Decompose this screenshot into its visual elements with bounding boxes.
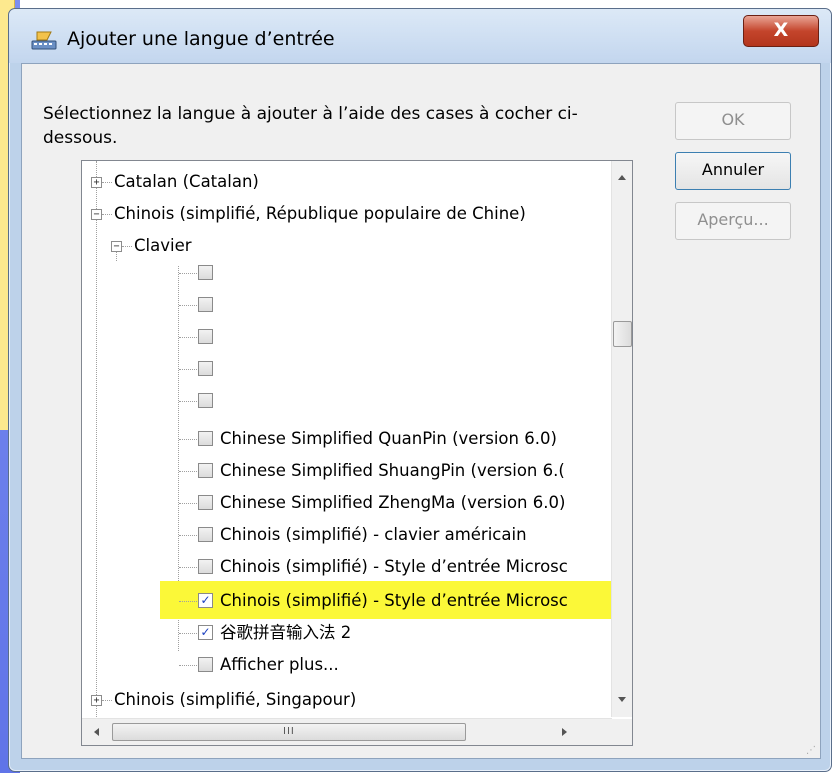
checkbox-checked[interactable]: ✓ bbox=[198, 625, 213, 640]
checkbox[interactable] bbox=[198, 329, 213, 344]
close-button[interactable]: X bbox=[743, 15, 819, 47]
language-tree[interactable]: + Catalan (Catalan) − Chinois (simplifié… bbox=[81, 160, 633, 746]
tree-line bbox=[179, 337, 197, 338]
checkbox[interactable] bbox=[198, 431, 213, 446]
scroll-left-arrow-icon[interactable] bbox=[94, 728, 99, 736]
resize-grip-icon[interactable]: ⋰ bbox=[806, 745, 816, 756]
tree-line bbox=[102, 700, 112, 701]
expand-icon[interactable]: + bbox=[91, 695, 102, 706]
keyboard-language-icon bbox=[31, 31, 57, 50]
tree-line bbox=[102, 182, 112, 183]
tree-node-quanpin[interactable]: Chinese Simplified QuanPin (version 6.0) bbox=[220, 425, 557, 453]
tree-line bbox=[179, 439, 197, 440]
tree-node-catalan[interactable]: Catalan (Catalan) bbox=[114, 168, 259, 196]
tree-line bbox=[122, 246, 132, 247]
tree-line bbox=[179, 273, 197, 274]
cancel-button[interactable]: Annuler bbox=[675, 152, 791, 190]
checkbox[interactable] bbox=[198, 265, 213, 280]
scroll-up-arrow-icon[interactable] bbox=[618, 175, 626, 180]
vertical-scroll-thumb[interactable] bbox=[613, 321, 632, 347]
tree-line bbox=[96, 161, 97, 717]
tree-line bbox=[179, 305, 197, 306]
scroll-down-arrow-icon[interactable] bbox=[618, 697, 626, 702]
tree-line bbox=[179, 535, 197, 536]
tree-node-keyboard[interactable]: Clavier bbox=[134, 232, 192, 260]
scroll-corner bbox=[612, 719, 632, 745]
tree-line bbox=[179, 633, 197, 634]
tree-node-google-pinyin[interactable]: 谷歌拼音输入法 2 bbox=[220, 619, 351, 647]
collapse-icon[interactable]: − bbox=[91, 209, 102, 220]
tree-node-chinese-prc[interactable]: Chinois (simplifié, République populaire… bbox=[114, 200, 526, 228]
tree-node-us-keyboard[interactable]: Chinois (simplifié) - clavier américain bbox=[220, 521, 527, 549]
collapse-icon[interactable]: − bbox=[111, 241, 122, 252]
tree-line bbox=[102, 214, 112, 215]
tree-line bbox=[179, 471, 197, 472]
tree-node-show-more[interactable]: Afficher plus... bbox=[220, 651, 339, 679]
scroll-right-arrow-icon[interactable] bbox=[562, 728, 567, 736]
horizontal-scrollbar[interactable]: III bbox=[82, 718, 612, 745]
tree-line bbox=[179, 369, 197, 370]
tree-line bbox=[116, 251, 117, 261]
checkbox-checked[interactable]: ✓ bbox=[198, 593, 213, 608]
tree-node-shuangpin[interactable]: Chinese Simplified ShuangPin (version 6.… bbox=[220, 457, 565, 485]
dialog-title: Ajouter une langue d’entrée bbox=[67, 28, 335, 50]
tree-line bbox=[179, 567, 197, 568]
expand-icon[interactable]: + bbox=[91, 177, 102, 188]
horizontal-scroll-thumb[interactable]: III bbox=[112, 723, 466, 741]
scroll-grip: III bbox=[283, 726, 295, 737]
checkbox[interactable] bbox=[198, 495, 213, 510]
tree-node-ms-style-2[interactable]: Chinois (simplifié) - Style d’entrée Mic… bbox=[220, 587, 568, 615]
tree-line bbox=[179, 503, 197, 504]
dialog-client-area: Sélectionnez la langue à ajouter à l’aid… bbox=[21, 63, 821, 759]
checkbox[interactable] bbox=[198, 657, 213, 672]
preview-button[interactable]: Aperçu... bbox=[675, 202, 791, 240]
checkbox[interactable] bbox=[198, 463, 213, 478]
checkbox[interactable] bbox=[198, 393, 213, 408]
tree-node-chinese-singapore[interactable]: Chinois (simplifié, Singapour) bbox=[114, 686, 356, 714]
ok-button[interactable]: OK bbox=[675, 102, 791, 140]
tree-node-ms-style-1[interactable]: Chinois (simplifié) - Style d’entrée Mic… bbox=[220, 553, 568, 581]
checkbox[interactable] bbox=[198, 559, 213, 574]
title-bar[interactable]: Ajouter une langue d’entrée X bbox=[9, 9, 831, 63]
add-input-language-dialog: Ajouter une langue d’entrée X Sélectionn… bbox=[8, 8, 832, 772]
tree-line bbox=[179, 601, 197, 602]
checkbox[interactable] bbox=[198, 297, 213, 312]
vertical-scrollbar[interactable] bbox=[611, 161, 632, 717]
tree-line bbox=[179, 401, 197, 402]
instruction-text: Sélectionnez la langue à ajouter à l’aid… bbox=[43, 104, 578, 148]
tree-line bbox=[179, 665, 197, 666]
checkbox[interactable] bbox=[198, 527, 213, 542]
checkbox[interactable] bbox=[198, 361, 213, 376]
tree-node-zhengma[interactable]: Chinese Simplified ZhengMa (version 6.0) bbox=[220, 489, 565, 517]
